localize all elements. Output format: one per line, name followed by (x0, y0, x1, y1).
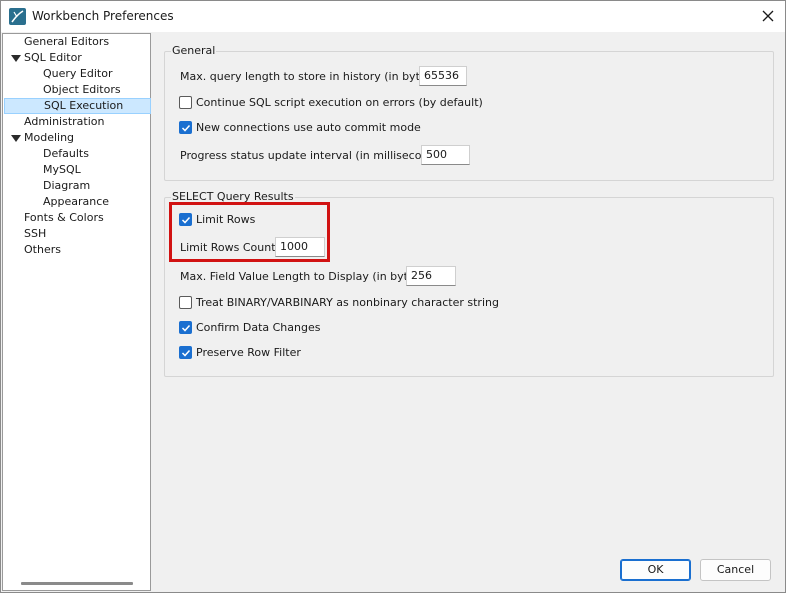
preferences-window: Workbench Preferences General Editors SQ… (0, 0, 786, 593)
tree-item-modeling[interactable]: Modeling (24, 130, 74, 146)
window-title: Workbench Preferences (32, 9, 174, 23)
confirm-changes-label: Confirm Data Changes (196, 321, 321, 334)
tree-item-general-editors[interactable]: General Editors (24, 34, 109, 50)
check-icon (181, 349, 191, 357)
auto-commit-checkbox[interactable] (179, 121, 192, 134)
tree-item-fonts-colors[interactable]: Fonts & Colors (24, 210, 104, 226)
auto-commit-label: New connections use auto commit mode (196, 121, 421, 134)
preserve-filter-label: Preserve Row Filter (196, 346, 301, 359)
max-field-length-label: Max. Field Value Length to Display (in b… (180, 270, 429, 283)
ok-button[interactable]: OK (620, 559, 691, 581)
expand-caret-icon[interactable] (11, 135, 21, 142)
expand-caret-icon[interactable] (11, 55, 21, 62)
progress-interval-label: Progress status update interval (in mill… (180, 149, 450, 162)
check-icon (181, 124, 191, 132)
close-button[interactable] (755, 4, 781, 28)
tree-item-sql-editor[interactable]: SQL Editor (24, 50, 82, 66)
horizontal-scrollbar[interactable] (21, 582, 133, 585)
tree-item-appearance[interactable]: Appearance (43, 194, 109, 210)
tree-item-diagram[interactable]: Diagram (43, 178, 90, 194)
tree-item-query-editor[interactable]: Query Editor (43, 66, 112, 82)
check-icon (181, 324, 191, 332)
tree-item-mysql[interactable]: MySQL (43, 162, 81, 178)
workbench-app-icon (9, 8, 26, 25)
tree-item-sql-execution[interactable]: SQL Execution (4, 98, 151, 114)
tree-item-ssh[interactable]: SSH (24, 226, 46, 242)
treat-binary-checkbox[interactable] (179, 296, 192, 309)
tree-item-object-editors[interactable]: Object Editors (43, 82, 121, 98)
tree-item-others[interactable]: Others (24, 242, 61, 258)
close-icon (762, 10, 774, 22)
preserve-filter-checkbox[interactable] (179, 346, 192, 359)
progress-interval-field[interactable]: 500 (421, 145, 470, 165)
continue-on-errors-label: Continue SQL script execution on errors … (196, 96, 483, 109)
preferences-tree[interactable]: General Editors SQL Editor Query Editor … (2, 33, 151, 591)
continue-on-errors-checkbox[interactable] (179, 96, 192, 109)
treat-binary-label: Treat BINARY/VARBINARY as nonbinary char… (196, 296, 499, 309)
cancel-button[interactable]: Cancel (700, 559, 771, 581)
tree-item-defaults[interactable]: Defaults (43, 146, 89, 162)
max-field-length-field[interactable]: 256 (406, 266, 456, 286)
max-query-length-field[interactable]: 65536 (419, 66, 467, 86)
confirm-changes-checkbox[interactable] (179, 321, 192, 334)
general-group-title: General (171, 44, 217, 57)
highlight-box (169, 202, 330, 262)
max-query-length-label: Max. query length to store in history (i… (180, 70, 441, 83)
title-bar: Workbench Preferences (1, 1, 785, 32)
tree-item-administration[interactable]: Administration (24, 114, 105, 130)
